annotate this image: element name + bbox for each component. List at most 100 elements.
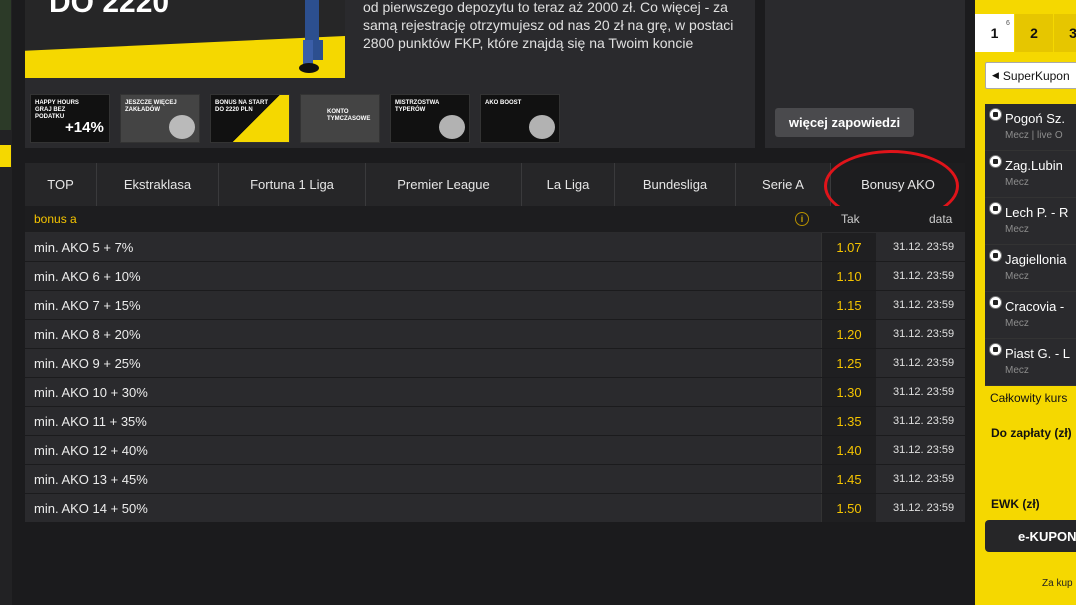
ball-icon [529,115,555,139]
hero-banner[interactable]: DO 2220 [25,0,345,78]
football-icon [989,202,1002,215]
promo-thumb-title: Mistrzostwa typerów [395,100,440,113]
football-icon [989,155,1002,168]
row-name: min. AKO 14 + 50% [34,500,148,516]
row-date: 31.12. 23:59 [893,357,955,369]
promo-thumb-happy-hours[interactable]: Happy hours graj bez podatku +14% [30,94,110,143]
to-pay-label: Do zapłaty (zł) [991,426,1072,440]
slip-footer-text: Za kup [1042,578,1073,589]
tab-fortuna-1-liga[interactable]: Fortuna 1 Liga [219,163,366,206]
table-row: min. AKO 6 + 10% 1.10 31.12. 23:59 [25,262,965,291]
slip-page-1[interactable]: 1 6 [975,14,1014,52]
table-row: min. AKO 12 + 40% 1.40 31.12. 23:59 [25,436,965,465]
slip-match-sub: Mecz [1005,271,1029,282]
list-item[interactable]: Piast G. - L Mecz [985,339,1076,386]
row-date: 31.12. 23:59 [893,328,955,340]
slip-match-sub: Mecz [1005,224,1029,235]
list-item[interactable]: Lech P. - R Mecz [985,198,1076,245]
promo-thumb-ako-boost[interactable]: AKO boost [480,94,560,143]
list-item[interactable]: Cracovia - Mecz [985,292,1076,339]
football-icon [989,249,1002,262]
odds-button[interactable]: 1.50 [821,494,876,522]
bonus-table: bonus a i Tak data min. AKO 5 + 7% 1.07 31… [25,206,965,523]
slip-match: Piast G. - L [1005,346,1071,361]
row-name: min. AKO 13 + 45% [34,471,148,487]
promo-description: od pierwszego depozytu to teraz aż 2000 … [363,0,734,51]
list-item[interactable]: Pogoń Sz. Mecz | live O [985,104,1076,151]
slip-match: Zag.Lubin [1005,158,1063,173]
tab-bundesliga[interactable]: Bundesliga [615,163,736,206]
odds-button[interactable]: 1.07 [821,233,876,261]
row-date: 31.12. 23:59 [893,241,955,253]
bet-slip-sidebar: 1 6 2 3 ◀ SuperKupon Pogoń Sz. Mecz | liv… [975,0,1076,605]
tab-top[interactable]: TOP [25,163,97,206]
left-edge-strip [0,0,12,605]
row-name: min. AKO 7 + 15% [34,297,141,313]
ewk-label: EWK (zł) [991,497,1040,511]
odds-button[interactable]: 1.45 [821,465,876,493]
info-icon[interactable]: i [795,212,809,226]
slip-match-sub: Mecz [1005,318,1029,329]
odds-button[interactable]: 1.20 [821,320,876,348]
row-date: 31.12. 23:59 [893,270,955,282]
promo-thumb-championship[interactable]: Mistrzostwa typerów [390,94,470,143]
chevron-left-icon: ◀ [992,70,999,80]
row-name: min. AKO 9 + 25% [34,355,141,371]
promo-thumb-start-bonus[interactable]: Bonus na start do 2220 PLN [210,94,290,143]
promo-thumb-temp-account[interactable]: Konto tymczasowe [300,94,380,143]
tab-premier-league[interactable]: Premier League [366,163,522,206]
odds-button[interactable]: 1.25 [821,349,876,377]
row-date: 31.12. 23:59 [893,502,955,514]
odds-button[interactable]: 1.35 [821,407,876,435]
slip-page-label: 2 [1030,25,1038,41]
slip-page-label: 1 [990,25,999,41]
list-item[interactable]: Jagiellonia Mecz [985,245,1076,292]
kupon-type-select[interactable]: ◀ SuperKupon [985,62,1076,89]
tab-bonusy-ako[interactable]: Bonusy AKO [831,163,965,206]
league-tabs: TOP Ekstraklasa Fortuna 1 Liga Premier L… [25,163,965,206]
promo-thumb-title: Konto tymczasowe [327,109,371,122]
football-icon [989,343,1002,356]
slip-page-label: 3 [1069,25,1076,41]
slip-match-sub: Mecz [1005,177,1029,188]
table-header: bonus a i Tak data [25,206,965,233]
slip-page-2[interactable]: 2 [1015,14,1053,52]
tab-ekstraklasa[interactable]: Ekstraklasa [97,163,219,206]
row-name: min. AKO 6 + 10% [34,268,141,284]
row-name: min. AKO 12 + 40% [34,442,148,458]
announcements-box: więcej zapowiedzi [765,0,965,148]
player-image-icon [169,115,195,139]
slip-match: Lech P. - R [1005,205,1069,220]
slip-match: Jagiellonia [1005,252,1067,267]
table-row: min. AKO 10 + 30% 1.30 31.12. 23:59 [25,378,965,407]
slip-match-sub: Mecz [1005,365,1029,376]
col-header-date: data [929,212,953,226]
odds-button[interactable]: 1.30 [821,378,876,406]
slip-page-count: 6 [1006,20,1010,27]
slip-page-3[interactable]: 3 [1054,14,1076,52]
row-name: min. AKO 5 + 7% [34,239,134,255]
promo-thumb-title: AKO boost [485,100,522,106]
promo-thumbnails: Happy hours graj bez podatku +14% Jeszcz… [30,94,560,143]
promo-thumb-title: Happy hours graj bez podatku [35,100,79,120]
kupon-type-label: SuperKupon [1002,68,1070,83]
ekupon-button[interactable]: e-KUPON [985,520,1076,552]
odds-button[interactable]: 1.40 [821,436,876,464]
odds-button[interactable]: 1.10 [821,262,876,290]
tab-la-liga[interactable]: La Liga [522,163,615,206]
row-date: 31.12. 23:59 [893,299,955,311]
table-row: min. AKO 7 + 15% 1.15 31.12. 23:59 [25,291,965,320]
row-name: min. AKO 8 + 20% [34,326,141,342]
row-name: min. AKO 11 + 35% [34,413,147,429]
left-edge-accent [0,145,11,167]
table-row: min. AKO 13 + 45% 1.45 31.12. 23:59 [25,465,965,494]
list-item[interactable]: Zag.Lubin Mecz [985,151,1076,198]
odds-button[interactable]: 1.15 [821,291,876,319]
promo-thumb-more-bets[interactable]: Jeszcze więcej zakładów [120,94,200,143]
row-date: 31.12. 23:59 [893,415,955,427]
table-row: min. AKO 9 + 25% 1.25 31.12. 23:59 [25,349,965,378]
tab-serie-a[interactable]: Serie A [736,163,831,206]
slip-match: Pogoń Sz. [1005,111,1065,126]
more-announcements-button[interactable]: więcej zapowiedzi [775,108,914,137]
left-edge-image [0,0,11,130]
